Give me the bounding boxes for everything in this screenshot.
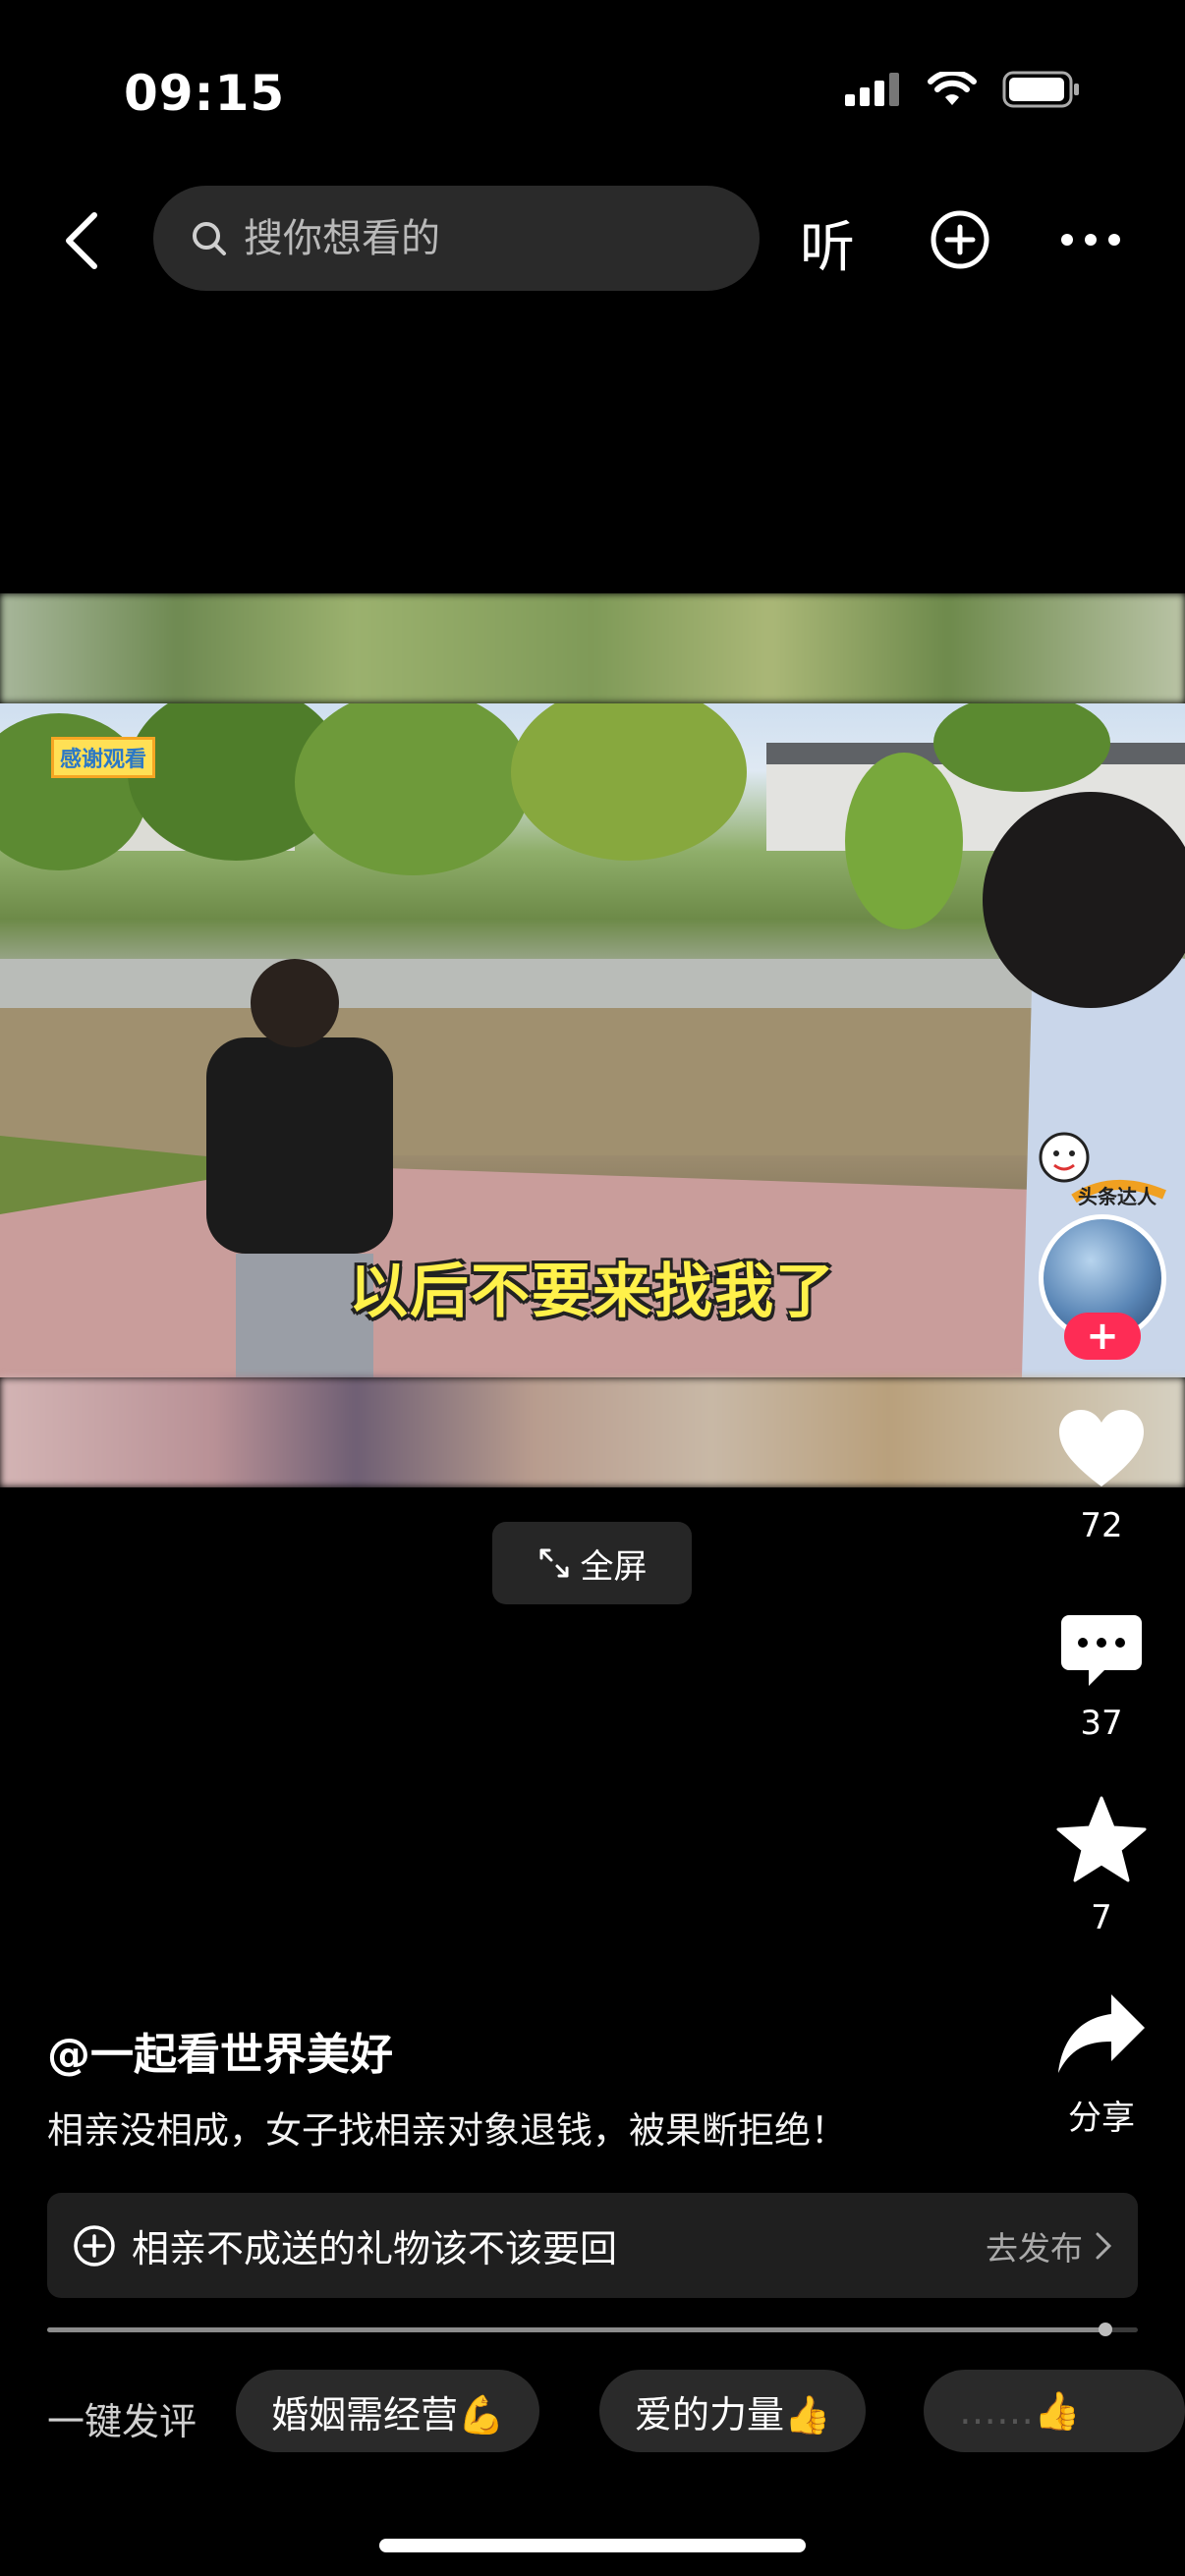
battery-icon	[1002, 71, 1079, 108]
quick-comment-chip[interactable]: 爱的力量👍	[599, 2370, 867, 2452]
add-circle-icon[interactable]	[930, 209, 990, 270]
video-corner-badge: 感谢观看	[51, 737, 156, 778]
author-name[interactable]: @一起看世界美好	[47, 2019, 393, 2082]
search-input[interactable]	[244, 215, 715, 261]
favorite-button[interactable]: 7	[1042, 1796, 1161, 1937]
comment-button[interactable]: 37	[1042, 1611, 1161, 1743]
video-description: 相亲没相成，女子找相亲对象退钱，被果断拒绝！	[47, 2109, 847, 2152]
avatar-badge: 头条达人	[1035, 1130, 1168, 1218]
video-frame: 感谢观看 以后不要来找我了	[0, 703, 1185, 1377]
status-time: 09:15	[124, 65, 286, 122]
like-count: 72	[1080, 1506, 1123, 1545]
publish-link[interactable]: 去发布	[986, 2222, 1112, 2269]
comment-icon	[1061, 1615, 1142, 1686]
progress-bar[interactable]	[47, 2323, 1138, 2336]
quick-comment-chip[interactable]: 婚姻需经营💪	[236, 2370, 540, 2452]
topic-bar[interactable]: 相亲不成送的礼物该不该要回 去发布	[47, 2193, 1138, 2298]
expand-icon	[539, 1548, 568, 1578]
chevron-right-icon	[1096, 2232, 1112, 2259]
progress-fill	[47, 2327, 1105, 2332]
back-icon[interactable]	[55, 201, 114, 280]
heart-icon	[1059, 1410, 1144, 1486]
share-icon	[1058, 1994, 1145, 2073]
avatar-badge-text: 头条达人	[1078, 1185, 1157, 1208]
home-indicator	[379, 2539, 806, 2552]
search-box[interactable]	[153, 186, 760, 291]
video-blur-bottom	[0, 1377, 1185, 1487]
fullscreen-button[interactable]: 全屏	[492, 1522, 692, 1604]
listen-button[interactable]: 听	[800, 203, 855, 283]
quick-comment-label: 一键发评	[47, 2400, 198, 2443]
author-avatar-group[interactable]: 头条达人 +	[1035, 1130, 1168, 1366]
signal-icon	[845, 73, 899, 106]
topic-text: 相亲不成送的礼物该不该要回	[132, 2227, 618, 2270]
share-button[interactable]: 分享	[1042, 1992, 1161, 2139]
star-icon	[1056, 1796, 1147, 1882]
follow-button[interactable]: +	[1064, 1313, 1141, 1360]
more-icon[interactable]	[1059, 231, 1122, 249]
fullscreen-label: 全屏	[580, 1546, 648, 1587]
status-icons	[845, 71, 1081, 108]
video-subtitle: 以后不要来找我了	[349, 1258, 836, 1326]
share-label: 分享	[1068, 2099, 1135, 2138]
video-blur-top	[0, 593, 1185, 703]
video-player[interactable]: 感谢观看 以后不要来找我了	[0, 593, 1185, 1487]
quick-comment-chip[interactable]: ……👍	[924, 2370, 1185, 2452]
like-button[interactable]: 72	[1042, 1408, 1161, 1545]
progress-knob[interactable]	[1098, 2323, 1112, 2336]
search-icon	[193, 221, 226, 255]
wifi-icon	[928, 72, 977, 105]
publish-label: 去发布	[986, 2228, 1083, 2268]
comment-count: 37	[1080, 1704, 1123, 1743]
favorite-count: 7	[1091, 1898, 1112, 1937]
add-circle-icon	[74, 2224, 115, 2267]
